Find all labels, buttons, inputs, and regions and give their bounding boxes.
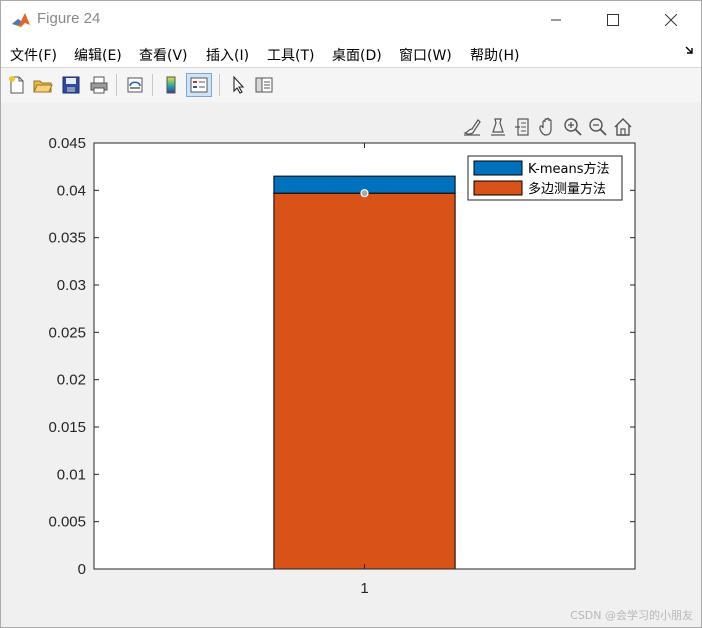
title-bar: Figure 24 (1, 1, 701, 39)
y-tick-label: 0.04 (57, 182, 86, 199)
pointer-icon (233, 75, 245, 94)
colorbar-icon (166, 76, 176, 94)
watermark-text: CSDN @会学习的小朋友 (570, 609, 693, 622)
edit-plot-button[interactable] (226, 73, 250, 97)
property-inspector-icon (255, 77, 273, 93)
legend-swatch (473, 160, 523, 176)
link-plot-icon (127, 77, 143, 93)
figure-canvas: 0 0.005 0.01 0.015 0.02 0.025 0.03 0.035 0.04 0.0… (1, 102, 701, 627)
window-title: Figure 24 (37, 10, 101, 27)
toolbar-separator (152, 74, 153, 96)
print-icon (90, 76, 108, 94)
legend-icon (190, 77, 208, 93)
figure-window: Figure 24 文件(F) 编辑(E) 查看(V) 插入(I) 工具(T) … (0, 0, 702, 628)
minimize-button[interactable] (533, 1, 579, 39)
legend-label: K-means方法 (528, 161, 610, 177)
y-tick-label: 0.03 (57, 277, 86, 294)
y-tick-label: 0.015 (48, 419, 86, 436)
x-tick-label: 1 (360, 580, 368, 597)
menu-file[interactable]: 文件(F) (10, 45, 57, 65)
y-tick-label: 0.01 (57, 466, 86, 483)
link-plot-button[interactable] (123, 73, 147, 97)
y-tick-label: 0.045 (48, 135, 86, 152)
y-tick-label: 0.02 (57, 372, 86, 389)
y-tick-label: 0.005 (48, 514, 86, 531)
menu-edit[interactable]: 编辑(E) (74, 45, 122, 65)
menu-view[interactable]: 查看(V) (139, 45, 188, 65)
legend-label: 多边测量方法 (528, 181, 606, 197)
toolbar-separator (116, 74, 117, 96)
close-icon (665, 14, 677, 26)
plot-area: 0 0.005 0.01 0.015 0.02 0.025 0.03 0.035 0.04 0.0… (48, 135, 636, 597)
insert-legend-button[interactable] (186, 73, 212, 97)
menu-bar: 文件(F) 编辑(E) 查看(V) 插入(I) 工具(T) 桌面(D) 窗口(W… (1, 39, 701, 67)
save-button[interactable] (59, 73, 83, 97)
save-icon (62, 76, 80, 94)
open-file-button[interactable] (31, 73, 55, 97)
close-button[interactable] (648, 1, 694, 39)
toolbar-separator (219, 74, 220, 96)
insert-colorbar-button[interactable] (159, 73, 183, 97)
legend-swatch (473, 180, 523, 196)
new-figure-icon (9, 76, 24, 94)
y-tick-label: 0 (78, 561, 86, 578)
open-file-icon (33, 80, 53, 93)
menu-desktop[interactable]: 桌面(D) (332, 45, 382, 65)
property-inspector-button[interactable] (252, 73, 276, 97)
menu-tools[interactable]: 工具(T) (267, 45, 314, 65)
new-figure-button[interactable] (5, 73, 29, 97)
bar-segment-0[interactable] (273, 192, 456, 570)
data-marker[interactable] (360, 189, 369, 198)
bar-group (273, 175, 456, 570)
menu-insert[interactable]: 插入(I) (206, 45, 249, 65)
y-tick-label: 0.035 (48, 230, 86, 247)
expand-menu-icon[interactable] (685, 45, 695, 55)
maximize-icon (607, 14, 619, 26)
legend[interactable]: K-means方法多边测量方法 (467, 155, 623, 201)
minimize-icon (551, 19, 561, 21)
print-button[interactable] (87, 73, 111, 97)
maximize-button[interactable] (590, 1, 636, 39)
figure-toolbar (1, 67, 701, 103)
menu-help[interactable]: 帮助(H) (470, 45, 519, 65)
matlab-icon (11, 10, 31, 30)
menu-window[interactable]: 窗口(W) (399, 45, 452, 65)
y-tick-label: 0.025 (48, 324, 86, 341)
